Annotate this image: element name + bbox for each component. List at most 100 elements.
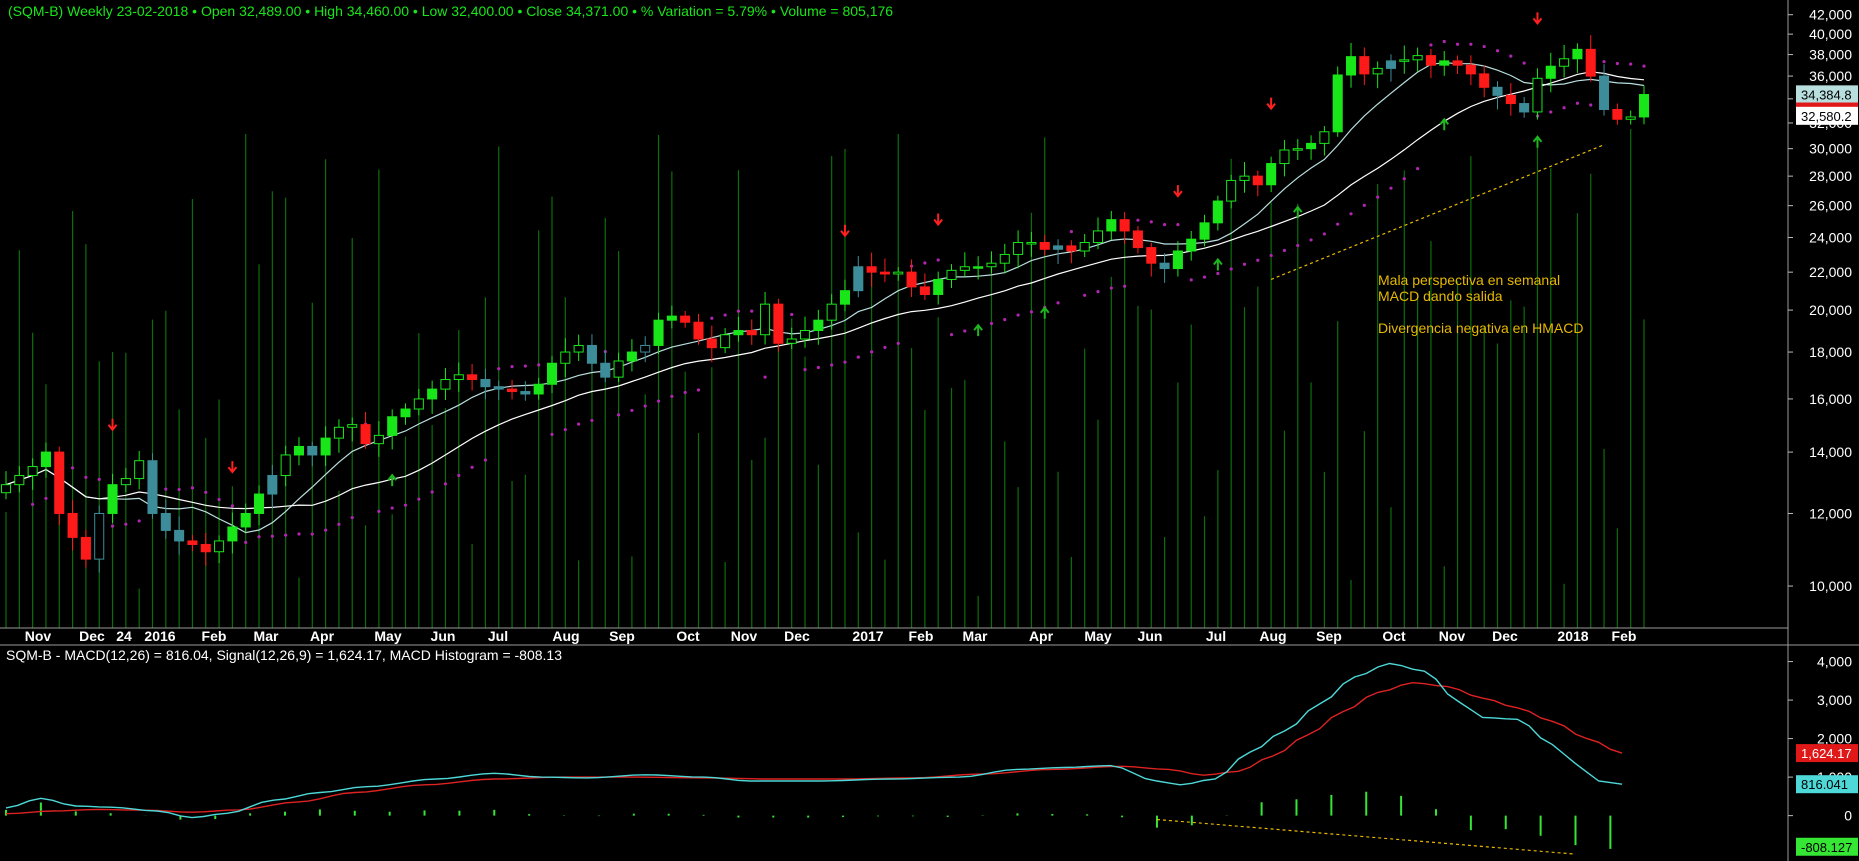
candle-body [1532,77,1543,113]
candle-body [1479,73,1490,88]
price-tick-label: 10,000 [1809,578,1852,594]
candle-body [160,512,171,531]
candle-body [54,451,65,514]
macd-header: SQM-B - MACD(12,26) = 816.04, Signal(12,… [6,647,562,663]
candle-body [373,434,384,445]
sar-dot [1389,186,1393,190]
x-tick-label: Nov [25,628,52,644]
candle-body [546,362,558,385]
candle-body [1212,200,1223,224]
candle-body [1266,163,1277,186]
candle-body [507,388,518,393]
sar-dot [1362,203,1366,207]
candle-body [1252,175,1263,186]
candle-body [1412,55,1423,61]
candle-body [293,445,305,456]
sar-dot [164,487,168,491]
sar-dot [1642,64,1646,68]
header-date: 23-02-2018 [116,3,189,19]
candle-body [786,338,797,344]
candle-body [1146,247,1157,264]
x-tick-label: Apr [310,628,335,644]
header-sep: • [632,3,638,19]
sar-dot [497,367,501,371]
candle-body [1066,245,1077,252]
candle-body [1572,48,1583,60]
sar-dot [550,432,554,436]
header-sep: • [771,3,776,19]
candle-body [826,303,837,321]
sar-dot [710,316,714,320]
candle-body [1306,142,1317,150]
sar-dot [1109,286,1113,290]
candle-body [0,484,12,494]
ma-fast-last-label: 34,384.8 [1796,85,1858,104]
sar-dot [257,535,261,539]
candle-body [1345,56,1357,76]
candle-body [240,512,251,528]
sar-dot [1123,284,1127,288]
sar-dot [483,458,488,462]
annotation-line-2: MACD dando salida [1378,288,1503,304]
candle-body [1106,219,1117,232]
candle-body [1505,94,1516,105]
candle-body [214,540,225,553]
sar-dot [883,345,887,350]
candle-body [746,330,757,336]
candle-body [1199,222,1210,240]
sar-dot [1336,222,1340,226]
x-tick-label: May [1084,628,1111,644]
x-tick-label: Aug [1259,628,1286,644]
sar-dot [1509,54,1513,58]
sar-dot [750,309,754,313]
sar-dot [830,363,834,367]
candle-body [1319,131,1330,144]
x-tick-label: Jun [1138,628,1163,644]
sar-dot [616,413,621,417]
candle-body [893,271,904,275]
price-tick-label: 42,000 [1809,7,1852,23]
price-tick-label: 36,000 [1809,68,1852,84]
sar-dot [816,365,820,370]
sar-dot [643,404,647,408]
candle-body [693,321,704,340]
sar-dot [523,364,527,368]
sar-dot [1482,44,1486,49]
candle-body [333,426,344,439]
sar-dot [1442,39,1446,44]
sar-dot [430,490,434,494]
x-tick-label: Nov [731,628,758,644]
candle-body [493,386,504,390]
candle-body [480,379,491,388]
candle-body [799,330,811,340]
sar-dot [1629,62,1633,66]
candle-body [640,344,651,353]
candle-body [187,540,198,546]
sar-dot [1216,271,1220,276]
candle-body [773,303,784,344]
candle-body [1425,55,1436,66]
sar-dot [1056,301,1060,305]
candle-body [906,271,917,288]
candle-body [600,362,611,378]
candle-body [813,319,824,332]
price-tick-label: 20,000 [1809,302,1852,318]
macd-tick-label: 3,000 [1817,692,1852,708]
candle-body [1159,262,1170,270]
x-tick-label: Dec [784,628,810,644]
sar-dot [1296,243,1300,248]
sar-dot [1589,103,1593,107]
macd-last-label: 816.041 [1796,775,1858,794]
sar-dot [1602,60,1606,64]
sar-dot [403,503,408,507]
sar-dot [137,519,141,523]
candle-body [1332,74,1343,133]
sar-dot [537,363,541,367]
candle-body [14,475,25,486]
candle-body [1492,86,1503,96]
candle-body [1559,58,1570,67]
sar-dot [923,261,927,265]
sar-dot [790,312,794,317]
candle-body [134,460,145,480]
x-tick-label: 2017 [852,628,883,644]
